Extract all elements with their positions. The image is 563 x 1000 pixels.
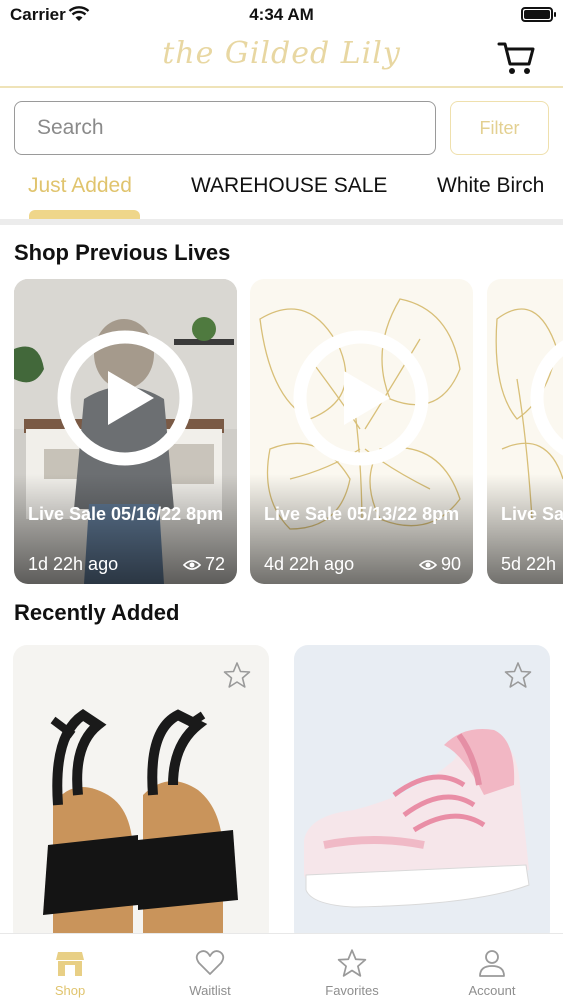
battery-icon (521, 7, 556, 22)
previous-lives-title: Shop Previous Lives (14, 240, 231, 265)
recently-added-title: Recently Added (14, 600, 180, 625)
status-bar: Carrier 4:34 AM (0, 0, 563, 30)
live-sale-ago: 4d 22h ago (264, 554, 355, 574)
cart-icon[interactable] (497, 40, 537, 76)
live-sale-ago: 5d 22h (501, 554, 557, 574)
star-icon (337, 949, 367, 977)
tab-white-birch[interactable]: White Birch (437, 174, 544, 198)
live-sale-title: Live Sale 05/16/22 8pm (28, 504, 224, 524)
nav-label: Favorites (325, 983, 379, 998)
search-box[interactable] (14, 101, 436, 155)
nav-account[interactable]: Account (442, 934, 542, 1000)
eye-icon (182, 559, 201, 570)
nav-waitlist[interactable]: Waitlist (160, 934, 260, 1000)
live-sale-card[interactable]: Live Sale 05/16/22 8pm 1d 22h ago 72 (14, 279, 237, 584)
bottom-tab-bar: Shop Waitlist Favorites Account (0, 933, 563, 1000)
black-sandals-image (13, 645, 269, 945)
view-count-value: 90 (440, 554, 461, 574)
tab-just-added[interactable]: Just Added (28, 174, 132, 198)
filter-button[interactable]: Filter (450, 101, 549, 155)
nav-label: Waitlist (189, 983, 231, 998)
live-sale-card[interactable]: Live Sale 05/13/22 8pm 4d 22h ago 90 (250, 279, 473, 584)
nav-favorites[interactable]: Favorites (302, 934, 402, 1000)
status-time: 4:34 AM (249, 5, 314, 24)
view-count-value: 72 (204, 554, 225, 574)
product-card[interactable] (294, 645, 550, 945)
live-sale-card[interactable]: Live Sa 8pm 5d 22h (487, 279, 563, 584)
product-card[interactable] (13, 645, 269, 945)
tabs-divider (0, 219, 563, 225)
favorite-star-icon[interactable] (223, 661, 251, 689)
favorite-star-icon[interactable] (504, 661, 532, 689)
live-sale-ago: 1d 22h ago (28, 554, 119, 574)
nav-label: Account (468, 983, 516, 998)
play-icon[interactable] (56, 329, 194, 467)
brand-logo: the Gilded Lily (162, 36, 401, 71)
live-sale-title: Live Sa 8pm (501, 504, 563, 524)
pink-sneakers-image (294, 645, 550, 945)
nav-shop[interactable]: Shop (20, 934, 120, 1000)
live-sale-title: Live Sale 05/13/22 8pm (264, 504, 460, 524)
eye-icon (418, 559, 437, 570)
user-icon (479, 950, 505, 977)
nav-label: Shop (54, 983, 86, 998)
play-icon[interactable] (529, 329, 563, 467)
search-input[interactable] (15, 102, 435, 154)
heart-icon (195, 950, 225, 975)
shop-icon (56, 952, 84, 976)
play-icon[interactable] (292, 329, 430, 467)
view-count: 90 (418, 554, 461, 575)
view-count: 72 (182, 554, 225, 575)
tab-warehouse-sale[interactable]: WAREHOUSE SALE (191, 174, 387, 198)
app-header: the Gilded Lily (0, 30, 563, 88)
